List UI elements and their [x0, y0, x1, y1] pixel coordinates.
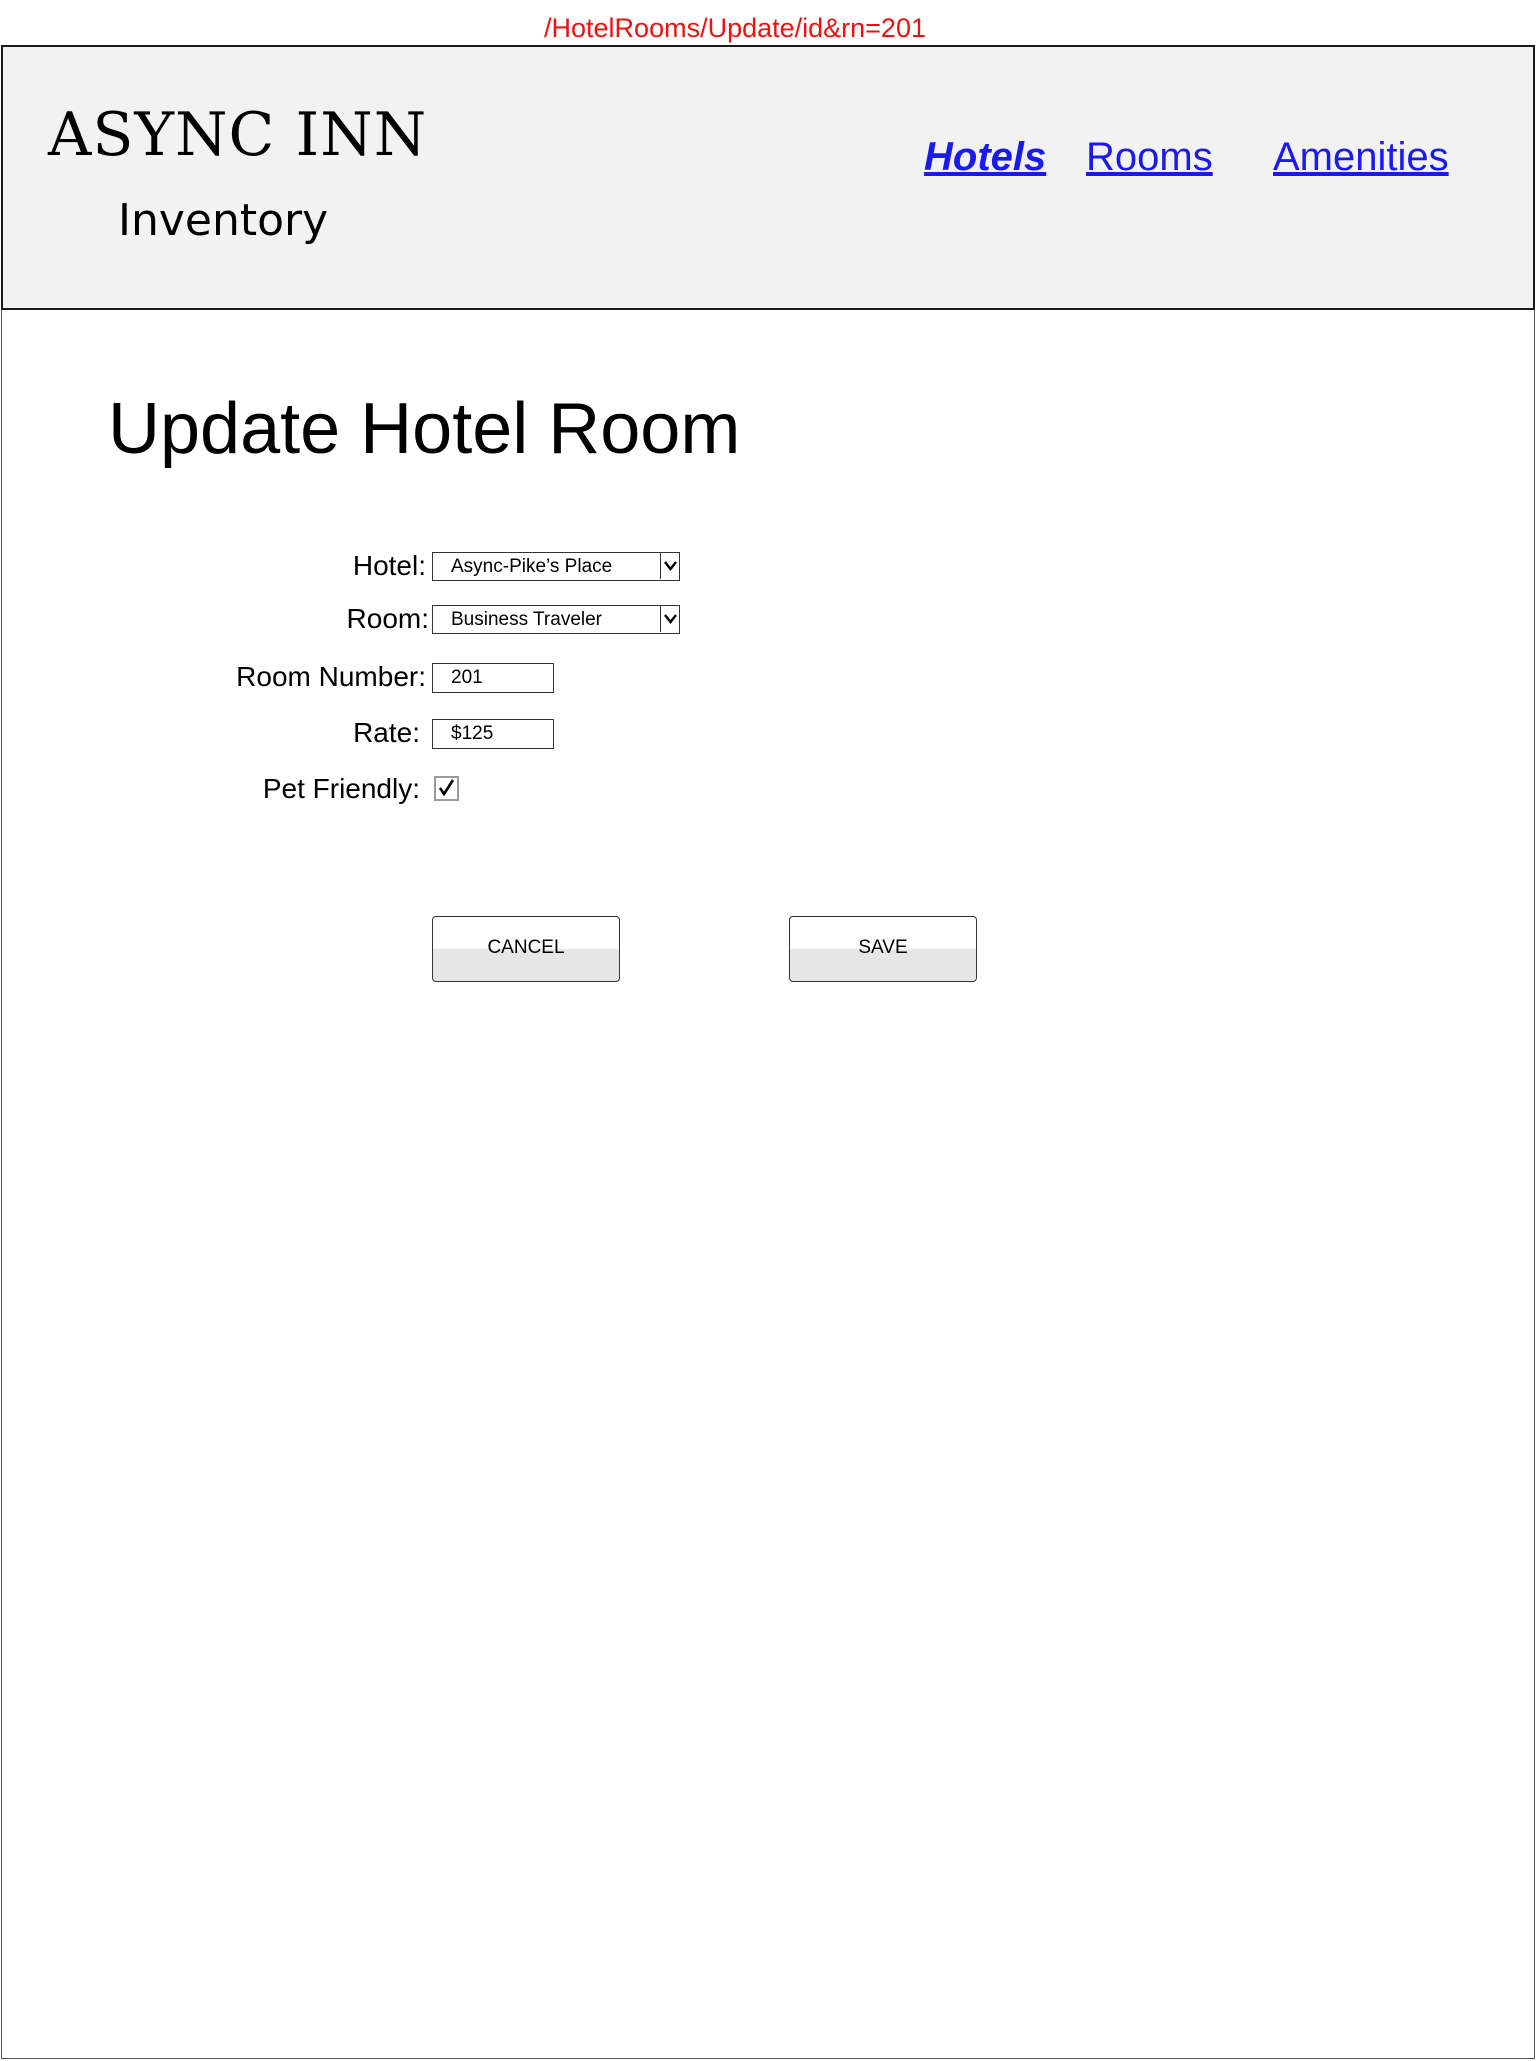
- chevron-down-icon[interactable]: [660, 553, 679, 579]
- pet-friendly-checkbox[interactable]: [434, 776, 459, 801]
- chevron-down-icon[interactable]: [660, 606, 679, 632]
- nav-link-hotels[interactable]: Hotels: [924, 132, 1046, 182]
- room-number-input[interactable]: 201: [432, 663, 554, 693]
- checkmark-icon: [438, 779, 455, 797]
- pet-friendly-label: Pet Friendly:: [262, 773, 420, 804]
- hotel-label: Hotel:: [352, 550, 426, 581]
- rate-input[interactable]: $125: [432, 719, 554, 749]
- room-number-value: 201: [451, 667, 483, 688]
- nav-link-amenities[interactable]: Amenities: [1273, 132, 1449, 182]
- nav-link-rooms[interactable]: Rooms: [1086, 132, 1213, 182]
- page-frame: [1, 45, 1535, 2059]
- url-path: /HotelRooms/Update/id&rn=201: [544, 13, 926, 43]
- cancel-button[interactable]: CANCEL: [432, 916, 620, 982]
- rate-label: Rate:: [353, 717, 420, 748]
- hotel-select[interactable]: Async-Pike’s Place: [432, 552, 680, 581]
- room-select-value: Business Traveler: [451, 609, 603, 630]
- brand-subtitle: Inventory: [118, 195, 329, 246]
- rate-value: $125: [451, 723, 494, 744]
- page-title: Update Hotel Room: [108, 389, 741, 469]
- save-button[interactable]: SAVE: [789, 916, 977, 982]
- room-number-label: Room Number:: [236, 661, 426, 692]
- room-type-select[interactable]: Business Traveler: [432, 605, 680, 634]
- room-label: Room:: [346, 603, 429, 634]
- hotel-select-value: Async-Pike’s Place: [451, 556, 613, 577]
- brand-logo-text: ASYNC INN: [48, 100, 428, 170]
